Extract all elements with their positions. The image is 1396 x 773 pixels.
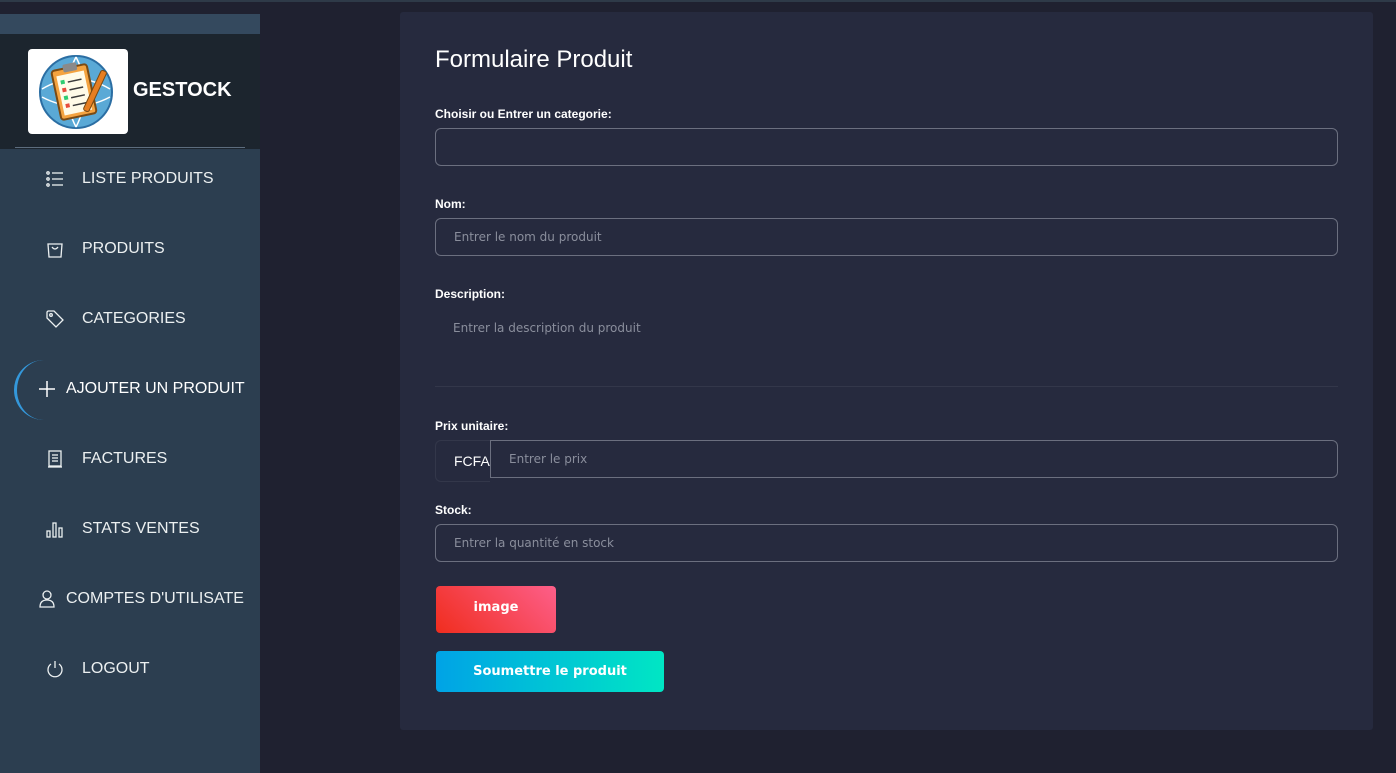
power-icon: [45, 659, 65, 679]
sidebar-item-label: LOGOUT: [82, 660, 150, 677]
sidebar-item-label: LISTE PRODUITS: [82, 170, 214, 187]
tag-icon: [45, 309, 65, 329]
brand-divider: [15, 147, 245, 148]
sidebar-item-label: AJOUTER UN PRODUIT: [66, 380, 245, 397]
sidebar: GESTOCK LISTE PRODUITS PRODUITS CATEGORI…: [0, 14, 260, 773]
plus-icon: [37, 379, 57, 399]
sidebar-item-liste-produits[interactable]: LISTE PRODUITS: [0, 159, 260, 199]
name-input[interactable]: [435, 218, 1338, 256]
sidebar-item-produits[interactable]: PRODUITS: [0, 229, 260, 269]
stock-input[interactable]: [435, 524, 1338, 562]
image-upload-button[interactable]: image: [436, 586, 556, 633]
brand-name: GESTOCK: [133, 79, 232, 101]
sidebar-item-ajouter-produit[interactable]: AJOUTER UN PRODUIT: [0, 369, 260, 409]
sidebar-item-categories[interactable]: CATEGORIES: [0, 299, 260, 339]
user-icon: [37, 589, 57, 609]
sidebar-top-band: [0, 14, 260, 34]
price-input[interactable]: [490, 440, 1338, 478]
sidebar-item-label: PRODUITS: [82, 240, 165, 257]
category-label: Choisir ou Entrer un categorie:: [435, 107, 612, 121]
stock-label: Stock:: [435, 503, 472, 517]
price-label: Prix unitaire:: [435, 419, 509, 433]
sidebar-item-label: FACTURES: [82, 450, 168, 467]
top-border: [0, 0, 1396, 2]
description-textarea[interactable]: [435, 317, 1338, 387]
sidebar-item-logout[interactable]: LOGOUT: [0, 649, 260, 689]
list-icon: [45, 169, 65, 189]
sidebar-item-label: CATEGORIES: [82, 310, 186, 327]
bar-chart-icon: [45, 519, 65, 539]
name-label: Nom:: [435, 197, 466, 211]
sidebar-item-comptes-utilisateurs[interactable]: COMPTES D'UTILISATE: [0, 579, 260, 619]
sidebar-item-label: STATS VENTES: [82, 520, 200, 537]
currency-addon: FCFA: [435, 440, 490, 482]
page-title: Formulaire Produit: [435, 46, 633, 73]
sidebar-item-label: COMPTES D'UTILISATE: [66, 590, 244, 607]
submit-product-button[interactable]: Soumettre le produit: [436, 651, 664, 692]
clipboard-logo-icon: [39, 55, 113, 129]
receipt-icon: [45, 449, 65, 469]
shopping-bag-icon: [45, 239, 65, 259]
sidebar-item-factures[interactable]: FACTURES: [0, 439, 260, 479]
category-input[interactable]: [435, 128, 1338, 166]
app-logo[interactable]: [28, 49, 128, 134]
sidebar-item-stats-ventes[interactable]: STATS VENTES: [0, 509, 260, 549]
product-form-panel: Formulaire Produit Choisir ou Entrer un …: [400, 12, 1373, 730]
description-label: Description:: [435, 287, 506, 301]
